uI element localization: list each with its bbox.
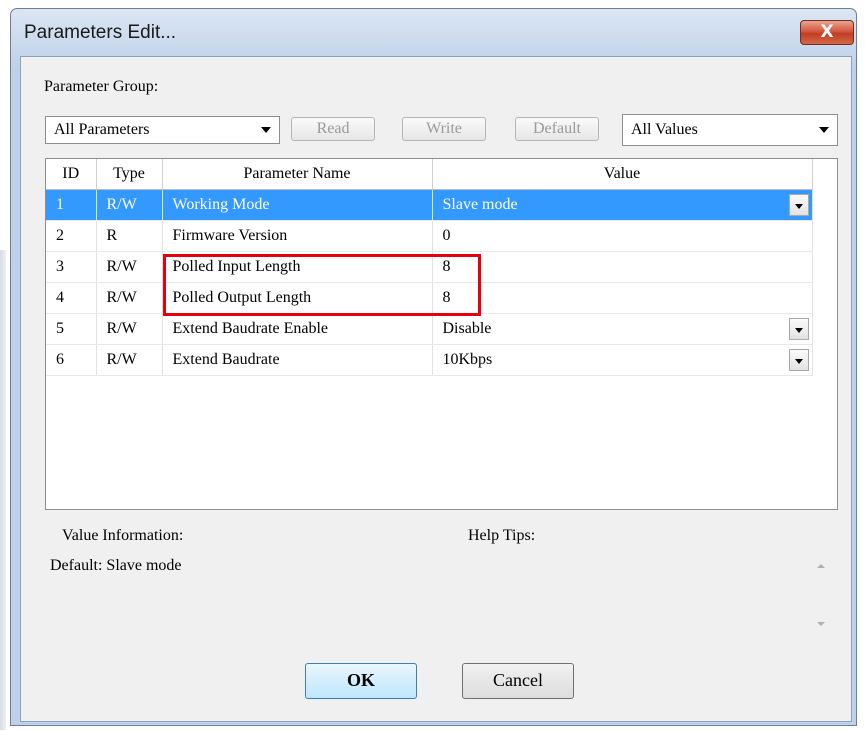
chevron-down-icon	[261, 127, 271, 133]
read-button[interactable]: Read	[291, 117, 375, 141]
cell-value-input[interactable]: 8	[432, 282, 813, 314]
cell-value-select[interactable]: 10Kbps	[432, 344, 813, 376]
cell-name: Extend Baudrate Enable	[162, 313, 433, 345]
column-header-type[interactable]: Type	[96, 159, 163, 190]
table-row[interactable]: 2 R Firmware Version 0	[46, 220, 813, 252]
ok-button[interactable]: OK	[305, 663, 417, 699]
cell-name: Firmware Version	[162, 220, 433, 252]
dropdown-arrow-icon[interactable]	[788, 194, 809, 216]
background-edge	[0, 250, 6, 730]
cell-name: Working Mode	[162, 189, 433, 221]
value-information-text: Default: Slave mode	[50, 557, 182, 574]
scroll-up-icon[interactable]	[817, 564, 825, 568]
scroll-down-icon[interactable]	[817, 622, 825, 626]
chevron-down-icon	[819, 127, 829, 133]
cell-value: 10Kbps	[442, 351, 493, 368]
help-tips-scrollbar[interactable]	[813, 552, 831, 642]
write-button[interactable]: Write	[402, 117, 486, 141]
cell-type: R	[96, 220, 163, 252]
help-tips-box	[456, 555, 836, 643]
cancel-button[interactable]: Cancel	[462, 663, 574, 699]
cell-value: 0	[432, 220, 813, 252]
values-filter-value: All Values	[631, 121, 698, 138]
cell-value: Disable	[442, 320, 492, 337]
value-information-label: Value Information:	[62, 527, 184, 544]
cell-value-input[interactable]: 8	[432, 251, 813, 283]
cell-name: Extend Baudrate	[162, 344, 433, 376]
cell-id: 4	[46, 282, 97, 314]
cell-type: R/W	[96, 344, 163, 376]
cell-id: 6	[46, 344, 97, 376]
default-button[interactable]: Default	[515, 117, 599, 141]
cell-type: R/W	[96, 189, 163, 221]
parameter-group-label: Parameter Group:	[44, 78, 159, 95]
values-filter-select[interactable]: All Values	[622, 114, 838, 146]
cell-type: R/W	[96, 251, 163, 283]
cell-type: R/W	[96, 313, 163, 345]
table-header-row: ID Type Parameter Name Value	[46, 159, 813, 190]
close-button[interactable]: X	[800, 20, 854, 45]
cell-id: 1	[46, 189, 97, 221]
column-header-id[interactable]: ID	[46, 159, 97, 190]
table-row[interactable]: 1 R/W Working Mode Slave mode	[46, 189, 813, 221]
cell-id: 5	[46, 313, 97, 345]
cell-value: Slave mode	[442, 196, 518, 213]
annotation-highlight-box	[163, 254, 481, 316]
cell-type: R/W	[96, 282, 163, 314]
cell-value-select[interactable]: Disable	[432, 313, 813, 345]
parameters-table: ID Type Parameter Name Value 1 R/W Worki…	[45, 158, 838, 510]
cell-value-select[interactable]: Slave mode	[432, 189, 813, 221]
dropdown-arrow-icon[interactable]	[788, 318, 809, 340]
table-row[interactable]: 5 R/W Extend Baudrate Enable Disable	[46, 313, 813, 345]
column-header-value[interactable]: Value	[432, 159, 813, 190]
column-header-name[interactable]: Parameter Name	[162, 159, 433, 190]
parameter-group-value: All Parameters	[54, 121, 150, 138]
table-row[interactable]: 6 R/W Extend Baudrate 10Kbps	[46, 344, 813, 376]
window-title: Parameters Edit...	[24, 22, 177, 43]
parameter-group-select[interactable]: All Parameters	[45, 116, 280, 144]
help-tips-label: Help Tips:	[468, 527, 536, 544]
dropdown-arrow-icon[interactable]	[788, 349, 809, 371]
cell-id: 3	[46, 251, 97, 283]
cell-id: 2	[46, 220, 97, 252]
